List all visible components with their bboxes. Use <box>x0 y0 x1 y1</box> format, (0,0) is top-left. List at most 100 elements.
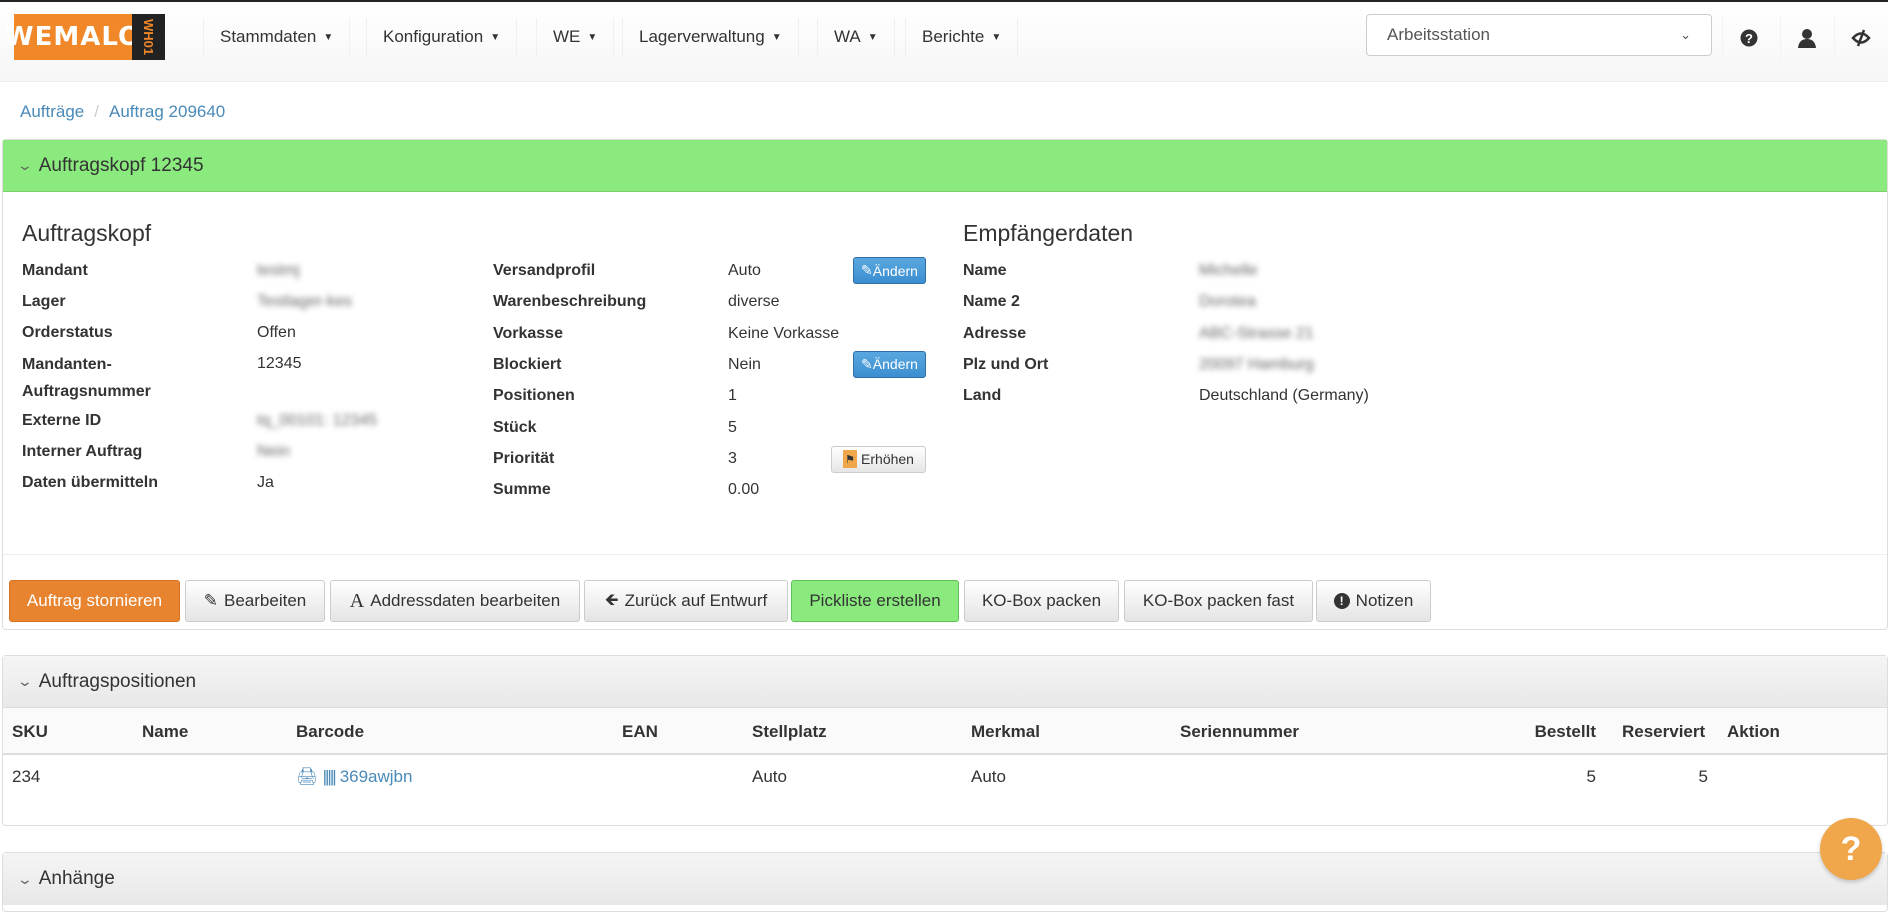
ko-box-pack-fast-button[interactable]: KO-Box packen fast <box>1124 580 1313 622</box>
row-divider <box>2 754 1888 755</box>
barcode-icon: ||||| <box>322 767 337 786</box>
nav-stammdaten[interactable]: Stammdaten ▼ <box>203 18 351 56</box>
detail-label: Blockiert <box>493 355 562 373</box>
chevron-down-icon: ⌄ <box>1680 27 1691 42</box>
field-value: Ja <box>257 474 274 491</box>
cell-stellplatz: Auto <box>752 767 787 786</box>
detail-value: Keine Vorkasse <box>728 324 840 342</box>
user-icon[interactable] <box>1780 16 1832 60</box>
wemalo-logo[interactable]: WEMALO WH01 <box>5 14 165 60</box>
eye-slash-icon[interactable] <box>1834 16 1886 60</box>
cancel-order-button[interactable]: Auftrag stornieren <box>9 580 180 622</box>
edit-button[interactable]: ✎ Bearbeiten <box>185 580 325 622</box>
top-navbar: WEMALO WH01 Stammdaten ▼ Konfiguration ▼ W… <box>0 2 1888 82</box>
detail-value: 1 <box>728 387 737 405</box>
recipient-label: Name 2 <box>963 293 1020 311</box>
detail-value: 3 <box>728 449 737 467</box>
detail-label: Versandprofil <box>493 262 596 279</box>
detail-value: 0.00 <box>728 481 760 499</box>
detail-label: Positionen <box>493 387 575 405</box>
help-icon[interactable]: ? <box>1722 16 1774 60</box>
cell-reserviert: 5 <box>1698 767 1708 786</box>
breadcrumb: Aufträge / Auftrag 209640 <box>20 102 226 121</box>
change-button[interactable]: ✎ Ändern <box>853 350 926 378</box>
nav-berichte[interactable]: Berichte ▼ <box>905 18 1019 56</box>
cell-bestellt: 5 <box>1586 767 1596 786</box>
change-button[interactable]: ✎ Ändern <box>853 257 926 284</box>
ko-box-pack-button[interactable]: KO-Box packen <box>964 580 1119 622</box>
caret-down-icon: ▼ <box>323 31 334 43</box>
column-header: Stellplatz <box>752 722 827 741</box>
detail-value: Nein <box>728 355 761 373</box>
column-header: Bestellt <box>1534 722 1596 741</box>
field-value: tq_00101: 12345 <box>257 412 378 429</box>
exclamation-circle-icon: ! <box>1333 593 1350 609</box>
detail-value: Auto <box>728 262 761 279</box>
recipient-label: Plz und Ort <box>963 355 1049 373</box>
button-label: Zurück auf Entwurf <box>624 591 768 610</box>
field-value: Testlager-kes <box>257 293 353 310</box>
barcode-link[interactable]: 369awjbn <box>340 767 413 787</box>
caret-down-icon: ▼ <box>991 31 1002 43</box>
chevron-down-icon: ⌄ <box>16 870 34 887</box>
nav-konfiguration[interactable]: Konfiguration ▼ <box>366 18 518 56</box>
button-label: KO-Box packen fast <box>1142 591 1295 610</box>
field-value: Offen <box>257 324 296 341</box>
flag-icon: ⚑ <box>843 450 858 469</box>
recipient-value: 20097 Hamburg <box>1199 355 1314 373</box>
field-label: Orderstatus <box>22 324 113 341</box>
nav-wa[interactable]: WA ▼ <box>817 18 895 56</box>
recipient-value: Dorotea <box>1199 293 1256 311</box>
chevron-down-icon: ⌄ <box>16 673 34 689</box>
font-icon: A <box>349 589 365 612</box>
nav-lagerverwaltung[interactable]: Lagerverwaltung ▼ <box>622 18 799 56</box>
pencil-icon: ✎ <box>861 355 873 372</box>
field-value: 12345 <box>257 355 302 372</box>
detail-label: Priorität <box>493 449 555 467</box>
raise-priority-button[interactable]: ⚑ Erhöhen <box>831 445 926 473</box>
edit-icon: ✎ <box>203 591 218 610</box>
back-to-draft-button[interactable]: 🡸 Zurück auf Entwurf <box>584 580 788 622</box>
section-heading-auftragskopf: Auftragskopf <box>22 220 152 246</box>
svg-text:?: ? <box>1745 31 1753 46</box>
button-label: Erhöhen <box>861 451 914 468</box>
button-label: Pickliste erstellen <box>809 591 941 610</box>
help-fab-button[interactable]: ? <box>1820 818 1882 880</box>
caret-down-icon: ▼ <box>867 31 878 43</box>
field-label: Lager <box>22 293 66 310</box>
section-heading-empfaenger: Empfängerdaten <box>963 220 1134 246</box>
recipient-value: ABC-Strasse 21 <box>1199 324 1314 342</box>
column-header: SKU <box>12 722 48 741</box>
print-icon[interactable]: 🖨 <box>296 767 318 787</box>
attachments-toggle[interactable]: ⌄ Anhänge <box>3 853 1887 905</box>
recipient-label: Adresse <box>963 324 1027 342</box>
caret-down-icon: ▼ <box>771 31 782 43</box>
pencil-icon: ✎ <box>861 262 873 278</box>
positions-toggle[interactable]: ⌄ Auftragspositionen <box>3 656 1887 708</box>
nav-we[interactable]: WE ▼ <box>536 18 615 56</box>
recipient-label: Name <box>963 262 1007 279</box>
detail-value: 5 <box>728 418 737 436</box>
detail-label: Stück <box>493 418 537 436</box>
button-label: KO-Box packen <box>981 591 1102 610</box>
cell-barcode: 🖨 ||||| 369awjbn <box>296 767 412 787</box>
field-label: Mandanten-Auftragsnummer <box>22 356 151 400</box>
breadcrumb-current[interactable]: Auftrag 209640 <box>109 102 225 121</box>
detail-label: Summe <box>493 481 551 499</box>
detail-value: diverse <box>728 293 780 311</box>
workstation-select[interactable]: Arbeitsstation ⌄ <box>1366 14 1712 56</box>
caret-down-icon: ▼ <box>587 31 598 43</box>
field-label: Externe ID <box>22 412 102 429</box>
attachments-panel: ⌄ Anhänge <box>2 852 1888 912</box>
column-header: EAN <box>622 722 658 741</box>
edit-address-button[interactable]: A Addressdaten bearbeiten <box>330 580 580 622</box>
field-label: Daten übermitteln <box>22 474 159 491</box>
field-value: Nein <box>257 443 290 460</box>
breadcrumb-auftraege[interactable]: Aufträge <box>20 102 84 121</box>
create-picklist-button[interactable]: Pickliste erstellen <box>791 580 959 622</box>
button-label: Ändern <box>872 356 918 373</box>
button-label: Bearbeiten <box>224 591 307 610</box>
notes-button[interactable]: ! Notizen <box>1316 580 1431 622</box>
column-header: Merkmal <box>971 722 1040 741</box>
recipient-value: Michelle <box>1199 262 1258 279</box>
